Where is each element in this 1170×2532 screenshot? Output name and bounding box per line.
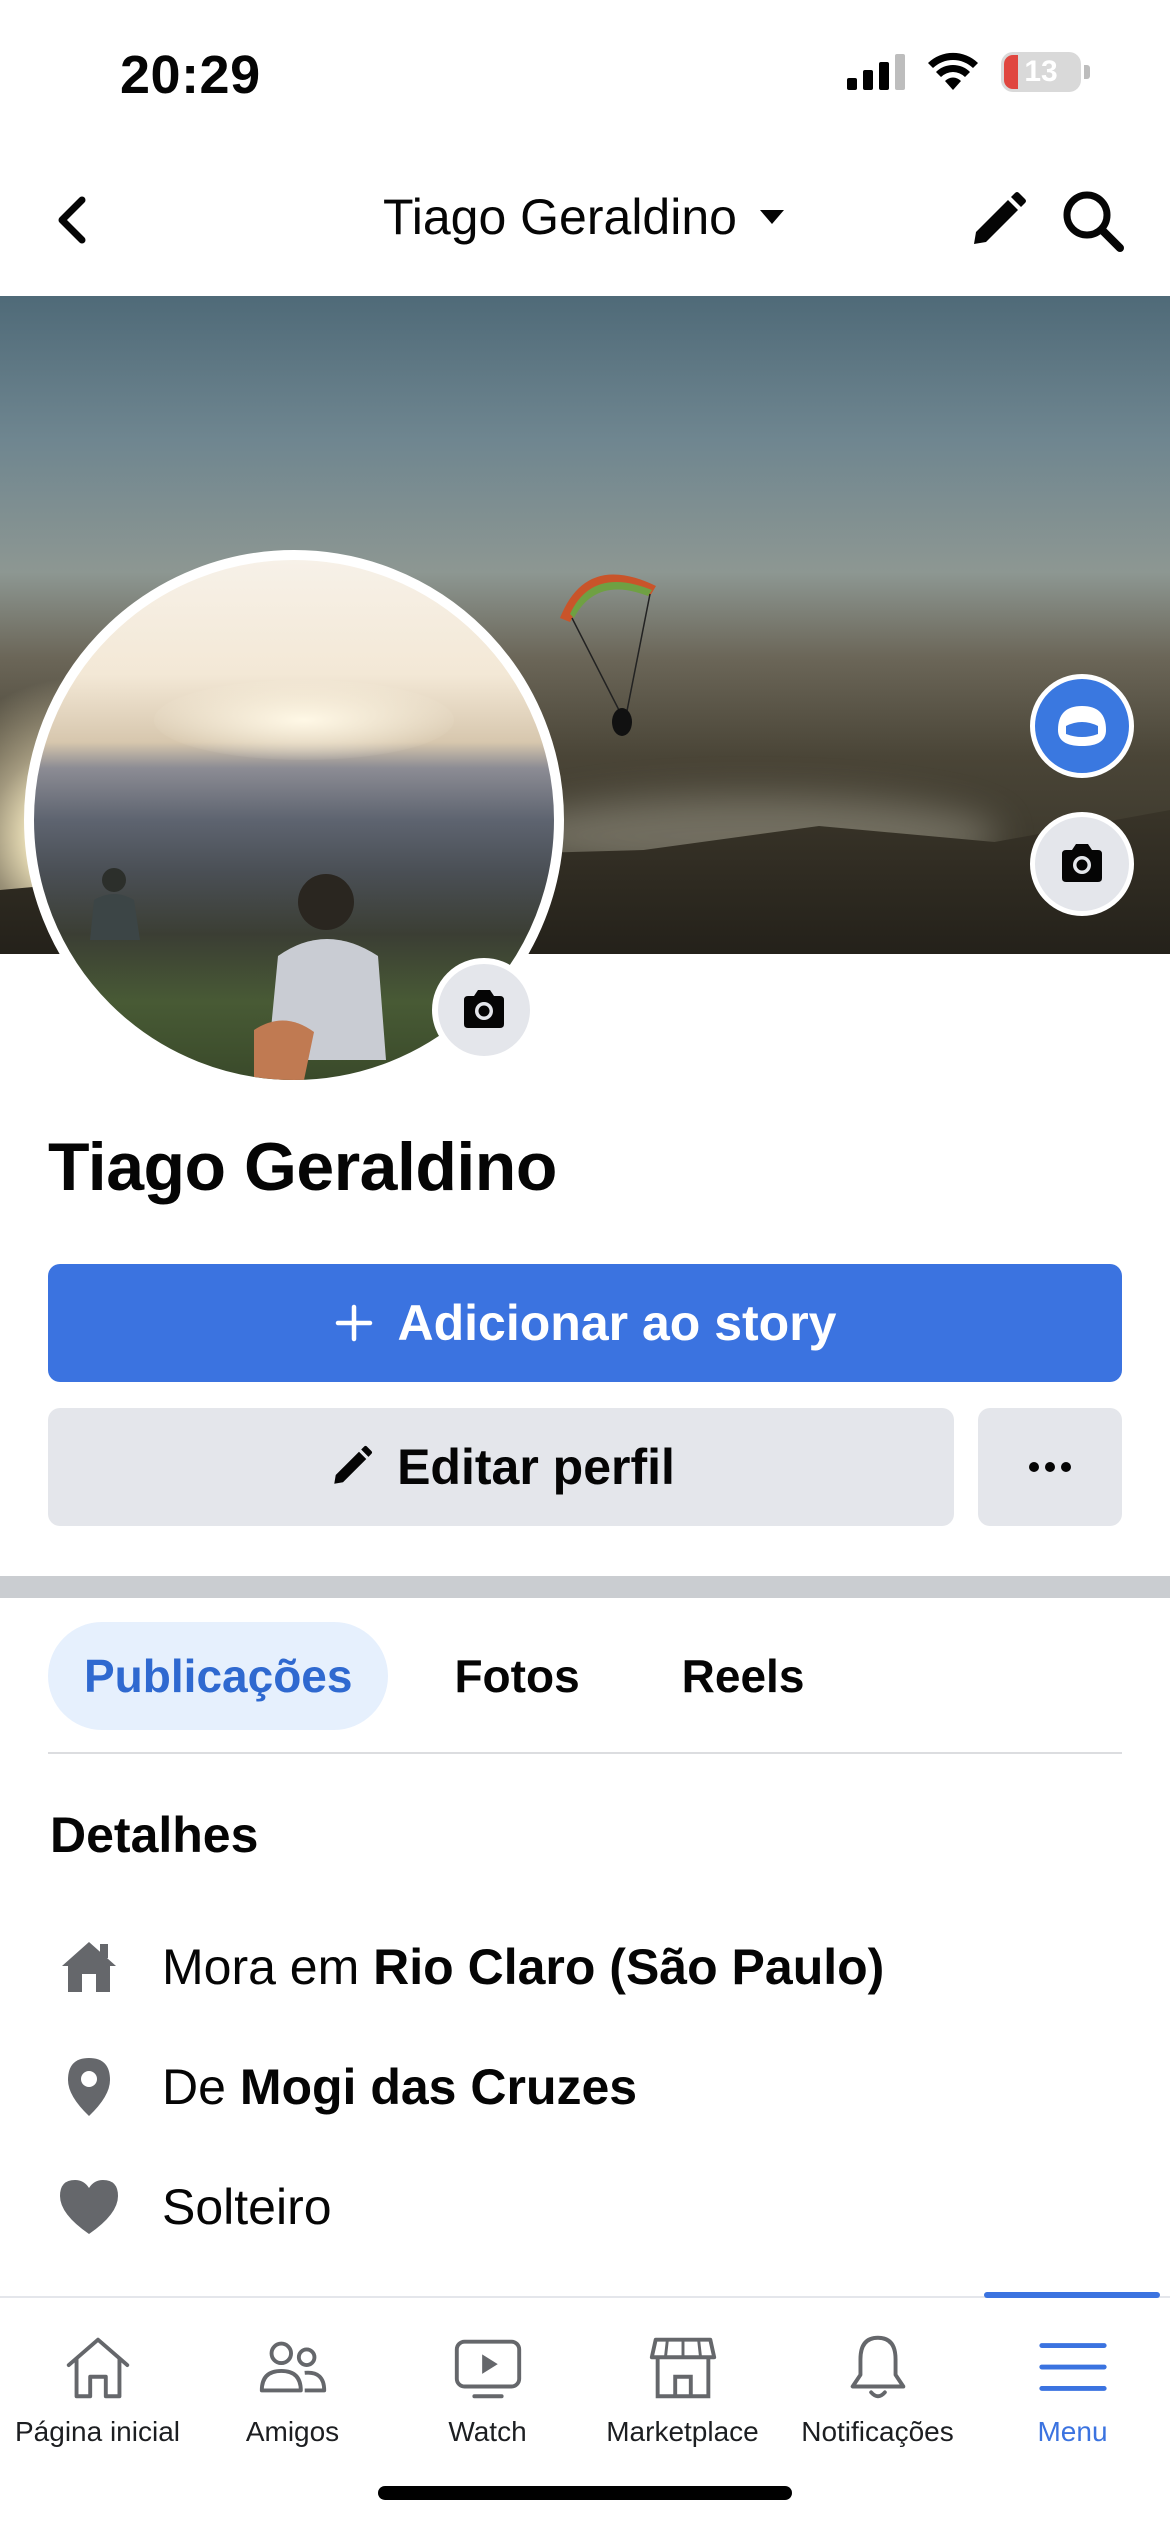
more-dots-icon xyxy=(1029,1462,1071,1472)
avatar-button[interactable] xyxy=(1030,674,1134,778)
profile-camera-button[interactable] xyxy=(432,958,536,1062)
caret-down-icon xyxy=(759,210,784,224)
profile-tabs: Publicações Fotos Reels xyxy=(48,1622,840,1730)
nav-menu[interactable]: Menu xyxy=(975,2298,1170,2448)
detail-relationship-text: Solteiro xyxy=(162,2179,332,2235)
location-pin-icon xyxy=(68,2058,110,2116)
detail-from: De Mogi das Cruzes xyxy=(56,2054,637,2120)
status-time: 20:29 xyxy=(120,45,261,105)
signal-icon xyxy=(847,54,905,90)
edit-profile-button[interactable]: Editar perfil xyxy=(48,1408,954,1526)
marketplace-icon xyxy=(649,2337,716,2399)
header-title: Tiago Geraldino xyxy=(383,189,737,245)
nav-friends[interactable]: Amigos xyxy=(195,2298,390,2448)
tabs-divider xyxy=(48,1752,1122,1754)
friends-icon xyxy=(259,2341,326,2393)
nav-notifications-label: Notificações xyxy=(801,2416,954,2447)
home-indicator xyxy=(378,2486,792,2500)
nav-friends-label: Amigos xyxy=(245,2416,340,2447)
detail-relationship: Solteiro xyxy=(56,2174,332,2240)
tab-publicacoes[interactable]: Publicações xyxy=(48,1622,389,1730)
avatar-icon xyxy=(1058,706,1106,746)
paraglider-image xyxy=(560,574,656,736)
nav-marketplace[interactable]: Marketplace xyxy=(585,2298,780,2448)
search-icon xyxy=(1063,191,1124,252)
nav-menu-label: Menu xyxy=(1037,2416,1108,2447)
pencil-icon xyxy=(974,192,1026,244)
edit-button[interactable] xyxy=(964,188,1030,254)
detail-lives-in-text: Mora em Rio Claro (São Paulo) xyxy=(162,1939,885,1995)
camera-icon xyxy=(1062,844,1102,882)
section-divider xyxy=(0,1576,1170,1598)
nav-watch[interactable]: Watch xyxy=(390,2298,585,2448)
profile-picture-sunset xyxy=(154,680,454,760)
status-bar: 20:29 13 xyxy=(0,0,1170,150)
heart-icon xyxy=(60,2180,118,2234)
watch-icon xyxy=(454,2339,521,2399)
details-title: Detalhes xyxy=(50,1807,259,1863)
search-button[interactable] xyxy=(1058,186,1128,256)
nav-home-label: Página inicial xyxy=(15,2416,180,2447)
plus-icon xyxy=(335,1304,372,1342)
detail-from-text: De Mogi das Cruzes xyxy=(162,2059,638,2115)
detail-lives-in: Mora em Rio Claro (São Paulo) xyxy=(56,1934,884,2000)
battery-icon: 13 xyxy=(1001,52,1090,92)
profile-picture-friend xyxy=(90,868,140,940)
pencil-icon xyxy=(334,1445,373,1484)
profile-header: Tiago Geraldino xyxy=(0,160,1170,280)
bell-icon xyxy=(850,2335,905,2399)
nav-watch-label: Watch xyxy=(448,2416,527,2447)
nav-marketplace-label: Marketplace xyxy=(606,2416,759,2447)
profile-name: Tiago Geraldino xyxy=(48,1129,557,1205)
tab-fotos[interactable]: Fotos xyxy=(418,1622,615,1730)
tab-reels[interactable]: Reels xyxy=(646,1622,841,1730)
add-story-button[interactable]: Adicionar ao story xyxy=(48,1264,1122,1382)
profile-picture-person xyxy=(254,874,386,1080)
battery-level: 13 xyxy=(1024,55,1058,88)
detail-lives-in-value: Rio Claro (São Paulo) xyxy=(373,1939,885,1995)
nav-home[interactable]: Página inicial xyxy=(0,2298,195,2448)
more-options-button[interactable] xyxy=(978,1408,1122,1526)
add-story-label: Adicionar ao story xyxy=(397,1295,837,1351)
detail-from-value: Mogi das Cruzes xyxy=(239,2059,638,2115)
menu-icon xyxy=(1038,2343,1107,2391)
house-icon xyxy=(62,1942,116,1992)
status-icons: 13 xyxy=(847,52,1090,92)
nav-notifications[interactable]: Notificações xyxy=(780,2298,975,2448)
home-icon xyxy=(66,2337,129,2399)
edit-profile-label: Editar perfil xyxy=(397,1439,675,1495)
camera-icon xyxy=(464,990,504,1028)
cover-camera-button[interactable] xyxy=(1030,812,1134,916)
wifi-icon xyxy=(928,52,978,90)
